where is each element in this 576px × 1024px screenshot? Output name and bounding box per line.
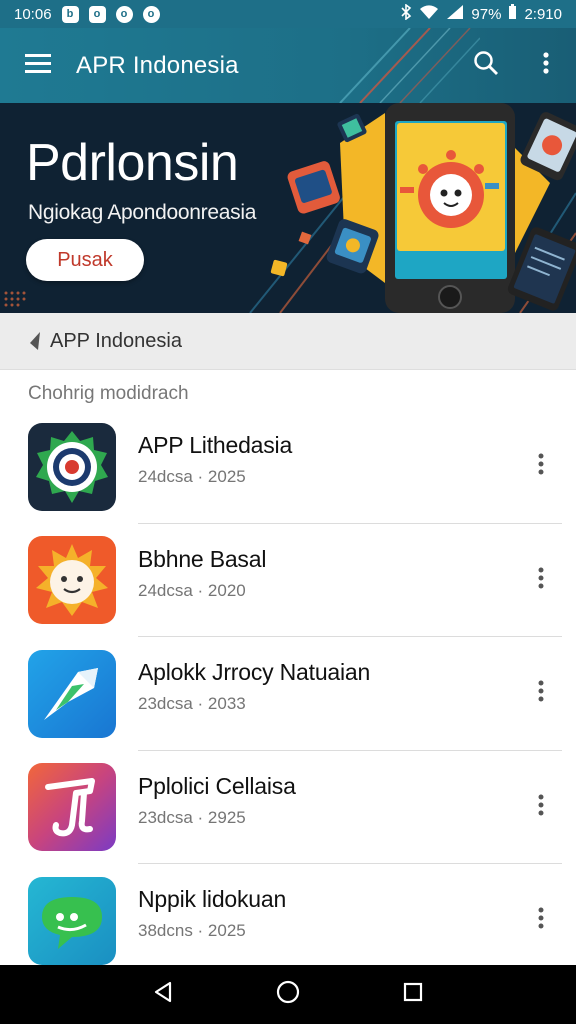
status-time-right: 2:910 bbox=[524, 5, 562, 23]
list-item[interactable]: Nppik lidokuan 38dcns · 2025 bbox=[0, 864, 576, 978]
app-name: Nppik lidokuan bbox=[138, 886, 287, 912]
notification-icon: o bbox=[142, 5, 160, 23]
battery-icon bbox=[508, 4, 517, 24]
more-vert-icon bbox=[538, 453, 544, 480]
nav-recents-button[interactable] bbox=[383, 965, 443, 1024]
app-bar: APR Indonesia bbox=[0, 28, 576, 103]
menu-button[interactable] bbox=[0, 28, 76, 103]
nav-home-button[interactable] bbox=[258, 965, 318, 1024]
chat-bubble-icon bbox=[28, 876, 116, 965]
more-vert-icon bbox=[538, 680, 544, 707]
screen: 10:06 b o o o 97% 2:910 APR Indonesia Pd… bbox=[0, 0, 576, 1024]
battery-percent: 97% bbox=[471, 5, 502, 23]
back-triangle-icon bbox=[152, 981, 174, 1008]
home-circle-icon bbox=[276, 980, 300, 1009]
wifi-icon bbox=[419, 4, 439, 24]
more-vert-icon bbox=[543, 52, 549, 79]
status-bar: 10:06 b o o o 97% 2:910 bbox=[0, 0, 576, 28]
search-button[interactable] bbox=[456, 28, 516, 103]
app-meta: 24dcsa · 2025 bbox=[138, 467, 246, 486]
recents-square-icon bbox=[403, 982, 423, 1007]
app-list: APP Lithedasia 24dcsa · 2025 Bbhne Basal… bbox=[0, 410, 576, 978]
arrow-plane-icon bbox=[28, 649, 116, 738]
status-time: 10:06 bbox=[14, 5, 52, 23]
app-meta: 23dcsa · 2925 bbox=[138, 807, 246, 827]
banner-subtitle: Ngiokag Apondoonreasia bbox=[28, 201, 257, 224]
item-more-button[interactable] bbox=[524, 664, 558, 724]
app-name: APP Lithedasia bbox=[138, 432, 293, 458]
app-bar-actions bbox=[456, 28, 576, 103]
app-meta: 23dcsa · 2033 bbox=[138, 694, 246, 713]
decorative-streaks bbox=[339, 28, 480, 103]
signal-icon bbox=[446, 4, 464, 24]
more-vert-icon bbox=[538, 907, 544, 934]
app-name: Bbhne Basal bbox=[138, 545, 267, 572]
overflow-menu-button[interactable] bbox=[516, 28, 576, 103]
banner-cta-button[interactable]: Pusak bbox=[26, 239, 144, 281]
notification-icon: o bbox=[88, 5, 106, 23]
item-more-button[interactable] bbox=[524, 550, 558, 610]
search-icon bbox=[473, 50, 499, 81]
hamburger-icon bbox=[25, 53, 51, 78]
app-name: Aplokk Jrrocy Natuaian bbox=[138, 659, 371, 685]
list-item[interactable]: Bbhne Basal 24dcsa · 2020 bbox=[0, 524, 576, 637]
list-item[interactable]: Pplolici Cellaisa 23dcsa · 2925 bbox=[0, 751, 576, 864]
section-label: Chohrig modidrach bbox=[28, 383, 189, 404]
bluetooth-icon bbox=[400, 3, 412, 24]
list-item[interactable]: Aplokk Jrrocy Natuaian 23dcsa · 2033 bbox=[0, 637, 576, 751]
notification-icon: o bbox=[115, 5, 133, 23]
more-vert-icon bbox=[538, 567, 544, 594]
item-more-button[interactable] bbox=[524, 437, 558, 497]
app-meta: 24dcsa · 2020 bbox=[138, 580, 246, 600]
item-more-button[interactable] bbox=[524, 891, 558, 951]
app-bar-title: APR Indonesia bbox=[76, 51, 239, 79]
status-left: 10:06 b o o o bbox=[14, 5, 160, 23]
target-badge-icon bbox=[28, 422, 116, 511]
more-vert-icon bbox=[538, 794, 544, 821]
system-nav-bar bbox=[0, 965, 576, 1024]
notification-icon: b bbox=[61, 5, 79, 23]
app-meta: 38dcns · 2025 bbox=[138, 921, 246, 940]
item-more-button[interactable] bbox=[524, 777, 558, 837]
app-name: Pplolici Cellaisa bbox=[138, 772, 296, 799]
status-right: 97% 2:910 bbox=[400, 3, 562, 24]
music-note-icon bbox=[28, 763, 116, 852]
promo-banner[interactable]: Pdrlonsin Ngiokag Apondoonreasia Pusak bbox=[0, 103, 576, 313]
nav-back-button[interactable] bbox=[133, 965, 193, 1024]
back-arrow-icon[interactable] bbox=[24, 330, 46, 352]
breadcrumb-text[interactable]: APP Indonesia bbox=[50, 330, 182, 353]
sun-face-icon bbox=[28, 536, 116, 625]
list-item[interactable]: APP Lithedasia 24dcsa · 2025 bbox=[0, 410, 576, 524]
breadcrumb: APP Indonesia bbox=[0, 313, 576, 370]
banner-title: Pdrlonsin bbox=[26, 134, 239, 192]
